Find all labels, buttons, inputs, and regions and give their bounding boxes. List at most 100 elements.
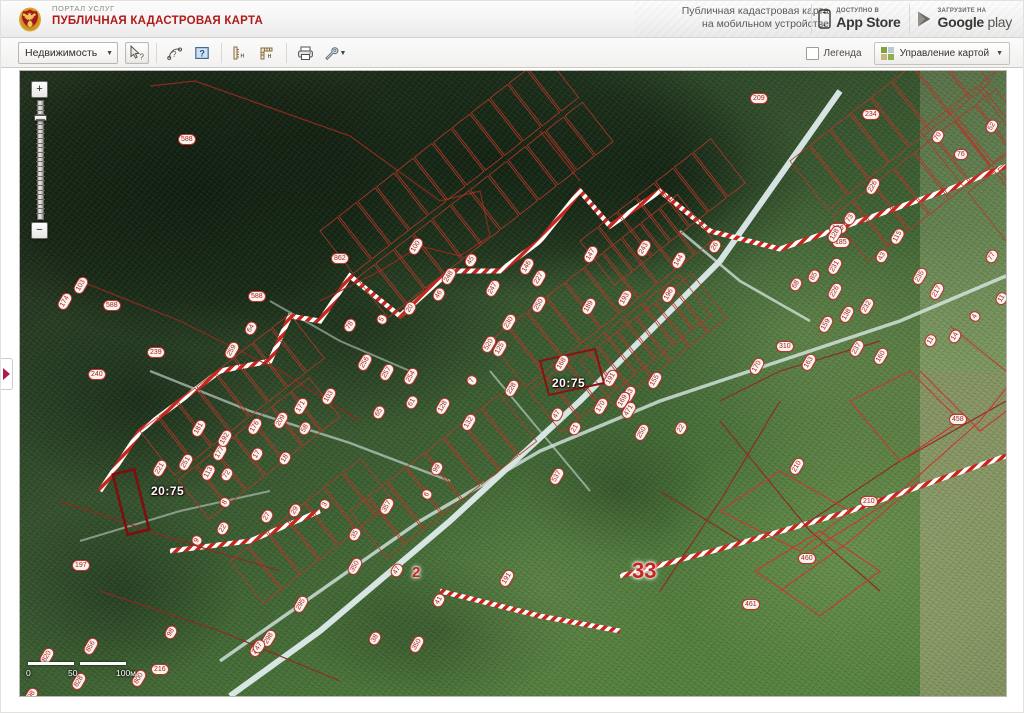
- kadastr-map-page: ПОРТАЛ УСЛУГ ПУБЛИЧНАЯ КАДАСТРОВАЯ КАРТА…: [0, 0, 1024, 713]
- zoom-tick: [36, 208, 45, 210]
- parcel-number-chip[interactable]: 310: [776, 341, 794, 352]
- parcel-number-chip[interactable]: 460: [798, 553, 816, 564]
- svg-text:н: н: [268, 53, 272, 60]
- zoom-tick: [36, 119, 45, 121]
- map-control-label: Управление картой: [899, 47, 990, 59]
- scale-bar-segments: [28, 662, 198, 666]
- zoom-tick: [36, 170, 45, 172]
- promo-line-1: Публичная кадастровая карта: [681, 5, 829, 17]
- zoom-tick: [36, 180, 45, 182]
- checkbox-box[interactable]: [805, 46, 819, 60]
- toolbar-divider-2: [221, 43, 222, 63]
- scale-bar-ticks: 0 50 100м: [26, 668, 198, 679]
- zoom-tick: [36, 147, 45, 149]
- scale-tick-100: 100м: [116, 668, 137, 678]
- zoom-tick: [36, 142, 45, 144]
- cadastral-district-label[interactable]: 2: [412, 564, 420, 581]
- legend-checkbox[interactable]: Легенда: [805, 46, 862, 60]
- scale-bar: 0 50 100м: [26, 662, 198, 688]
- google-play-name: Google: [937, 14, 985, 30]
- expand-panel-arrow-icon[interactable]: [0, 358, 13, 390]
- parcel-number-chip[interactable]: 240: [88, 369, 106, 380]
- zoom-tick: [36, 184, 45, 186]
- cadastral-district-label[interactable]: 33: [632, 558, 656, 584]
- parcel-number-chip[interactable]: 588: [103, 300, 121, 311]
- parcel-number-chip[interactable]: 588: [248, 291, 266, 302]
- svg-text:?: ?: [199, 49, 205, 59]
- toolbar-left-group: Недвижимость ▼ ? ? ? н н ▼: [18, 41, 353, 65]
- zoom-tick: [36, 161, 45, 163]
- svg-text:?: ?: [172, 50, 177, 59]
- parcel-number-chip[interactable]: 209: [750, 93, 768, 104]
- legend-label: Легенда: [823, 47, 862, 59]
- measure-length-tool[interactable]: ?: [163, 42, 187, 64]
- select-info-tool[interactable]: ?: [125, 42, 149, 64]
- print-button[interactable]: [293, 42, 317, 64]
- zoom-tick: [36, 199, 45, 200]
- toolbar-divider: [156, 43, 157, 63]
- parcel-number-chip[interactable]: 461: [742, 599, 760, 610]
- zoom-tick: [36, 189, 45, 191]
- village-plot-grid: [139, 71, 1006, 605]
- zoom-tick: [36, 156, 45, 158]
- toolbar-divider-3: [286, 43, 287, 63]
- google-play-badge[interactable]: ЗАГРУЗИТЕ НА Google play: [908, 3, 1021, 34]
- selected-parcel-label[interactable]: 20:75: [151, 484, 184, 498]
- app-store-name: App Store: [836, 14, 901, 30]
- zoom-tick: [36, 137, 45, 139]
- zoom-tick: [36, 105, 45, 106]
- parcel-number-chip[interactable]: 862: [331, 253, 349, 264]
- play-triangle-icon: [916, 10, 933, 28]
- zoom-tick: [36, 194, 45, 196]
- layer-select[interactable]: Недвижимость ▼: [18, 42, 118, 64]
- road-network: [79, 89, 1006, 696]
- parcel-number-chip[interactable]: 234: [862, 109, 880, 120]
- parcel-number-chip[interactable]: 197: [72, 560, 90, 571]
- scale-tick-50: 50: [68, 668, 78, 678]
- zoom-tick: [36, 133, 45, 135]
- measure-area-tool[interactable]: ?: [190, 42, 214, 64]
- app-store-badge[interactable]: Доступно в App Store: [811, 3, 908, 34]
- parcel-number-chip[interactable]: 458: [949, 414, 967, 425]
- zoom-tick: [36, 213, 45, 215]
- iphone-icon: [818, 8, 831, 29]
- parcel-number-chip[interactable]: 210: [860, 496, 878, 507]
- map-viewport[interactable]: 5885885888622092341861857052762742771141…: [19, 70, 1007, 697]
- parcel-number-chip[interactable]: 76: [954, 149, 968, 160]
- promo-line-2: на мобильном устройстве: [702, 18, 829, 30]
- zoom-tick: [36, 114, 45, 116]
- zoom-tick: [36, 166, 45, 168]
- google-play-name-light: play: [987, 14, 1013, 30]
- parcel-number-chip[interactable]: 588: [178, 134, 196, 145]
- page-title: ПУБЛИЧНАЯ КАДАСТРОВАЯ КАРТА: [52, 14, 264, 27]
- map-control-button[interactable]: Управление картой ▼: [873, 41, 1010, 65]
- grid-four-squares-icon: [880, 46, 894, 60]
- zoom-tick: [36, 175, 45, 177]
- zoom-slider-track[interactable]: [34, 100, 47, 220]
- zoom-out-button[interactable]: −: [31, 222, 48, 239]
- portal-kicker: ПОРТАЛ УСЛУГ: [52, 4, 115, 13]
- tools-menu-button[interactable]: ▼: [320, 42, 350, 64]
- site-brand: ПОРТАЛ УСЛУГ ПУБЛИЧНАЯ КАДАСТРОВАЯ КАРТА: [52, 5, 263, 27]
- chevron-down-icon: ▼: [339, 49, 347, 57]
- zoom-in-button[interactable]: +: [31, 81, 48, 98]
- measure-distance-tool[interactable]: н: [228, 42, 252, 64]
- mobile-promo-text: Публичная кадастровая карта на мобильном…: [682, 5, 829, 31]
- scale-tick-0: 0: [26, 668, 31, 678]
- chevron-down-icon: ▼: [996, 49, 1003, 57]
- zoom-tick: [36, 128, 45, 130]
- map-toolbar: Недвижимость ▼ ? ? ? н н ▼ Легенда Управ…: [0, 38, 1024, 68]
- svg-text:?: ?: [140, 53, 145, 61]
- zoom-control[interactable]: + −: [31, 81, 51, 239]
- measure-surface-tool[interactable]: н: [255, 42, 279, 64]
- parcel-number-chip[interactable]: 239: [147, 347, 165, 358]
- zoom-tick: [36, 152, 45, 153]
- map-canvas[interactable]: 5885885888622092341861857052762742771141…: [20, 71, 1006, 696]
- store-badges: Доступно в App Store ЗАГРУЗИТЕ НА Google…: [811, 3, 1020, 34]
- site-header: ПОРТАЛ УСЛУГ ПУБЛИЧНАЯ КАДАСТРОВАЯ КАРТА…: [0, 0, 1024, 38]
- zoom-tick: [36, 123, 45, 125]
- zoom-tick: [36, 109, 45, 111]
- toolbar-right-group: Легенда Управление картой ▼: [805, 41, 1010, 65]
- selected-parcel-label[interactable]: 20:75: [552, 376, 585, 390]
- svg-text:н: н: [240, 52, 244, 59]
